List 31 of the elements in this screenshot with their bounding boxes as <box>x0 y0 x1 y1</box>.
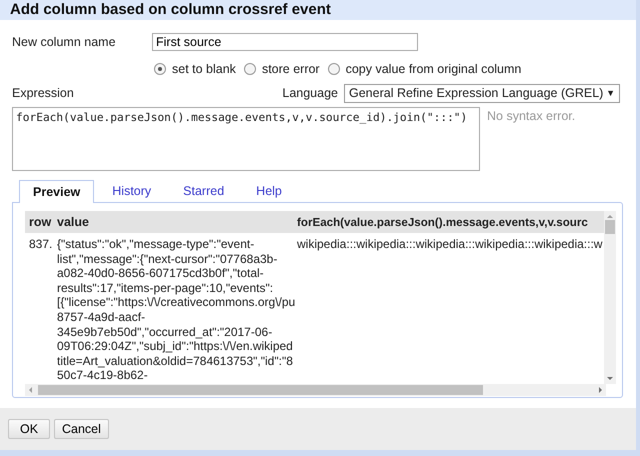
column-header: value <box>56 215 90 229</box>
scroll-thumb[interactable] <box>38 385 483 395</box>
column-header: forEach(value.parseJson().message.events,v,v.sourc <box>297 216 589 228</box>
window-title: Add column based on column crossref event <box>10 1 331 19</box>
tab[interactable]: Starred <box>169 179 238 202</box>
language-dropdown[interactable]: General Refine Expression Language (GREL) ▼ <box>344 84 620 102</box>
column-header: row <box>28 215 52 229</box>
syntax-status: No syntax error. <box>487 109 576 125</box>
dialog-button[interactable]: OK <box>8 419 50 439</box>
scroll-left-icon[interactable] <box>29 387 32 393</box>
tab[interactable]: History <box>98 179 166 202</box>
horizontal-scrollbar[interactable] <box>25 384 606 396</box>
field-label: New column name <box>12 35 117 49</box>
tab[interactable]: Preview <box>19 180 94 203</box>
radio-option[interactable]: copy value from original column <box>328 62 522 76</box>
field-label: Language <box>282 86 338 100</box>
table-cell-text: wikipedia:::wikipedia:::wikipedia:::wikipedia:::wikipedia:::w <box>297 237 604 253</box>
dialog-button[interactable]: Cancel <box>54 419 109 439</box>
expression-field[interactable]: forEach(value.parseJson().message.events,v,v.source_id).join(":::") <box>12 107 480 171</box>
scroll-right-icon[interactable] <box>599 387 602 393</box>
scroll-down-icon[interactable] <box>607 377 614 380</box>
tab[interactable]: Help <box>242 179 296 202</box>
table-cell-text: {"status":"ok","message-type":"event- list","message":{"next-cursor":"07768a3b- a082-40d0-8656-607175cd3b0f","total- results":17,"items-per-page":10,"events": [{"license":"https:\/\/creativecommons.org\/pu 8757-4a9d-aacf- 345e9b7eb50d","occurred_at":"2017-06- 09T06:29:04Z","subj_id":"https:\/\/en.wikiped title=Art_valuation&oldid=784613753","id":"8 50c7-4c19-8b62- <box>56 237 296 383</box>
radio-option[interactable]: store error <box>244 62 320 76</box>
caret-icon: ▼ <box>606 88 615 98</box>
table-cell-text: 837. <box>28 237 54 253</box>
vertical-scrollbar[interactable] <box>604 211 616 384</box>
scroll-thumb[interactable] <box>605 220 616 234</box>
field-label: Expression <box>12 86 74 100</box>
column-name-field[interactable]: First source <box>152 33 418 51</box>
radio-option[interactable]: set to blank <box>154 62 236 76</box>
